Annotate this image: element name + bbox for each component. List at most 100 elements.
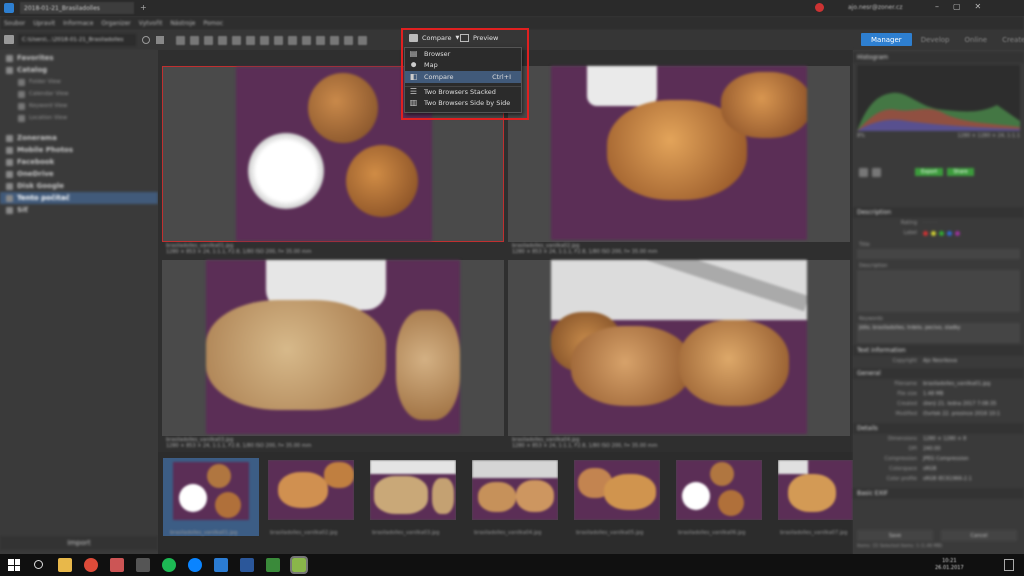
histogram-graph	[857, 92, 1020, 131]
menu-item[interactable]: Soubor	[4, 20, 25, 27]
app-icon-3[interactable]	[110, 558, 124, 572]
mode-tabs: Manager Develop Online Create	[861, 33, 1024, 46]
title-input[interactable]	[857, 249, 1020, 259]
sidebar-item[interactable]: Facebook	[0, 156, 158, 168]
sidebar-item[interactable]: Zonerama	[0, 132, 158, 144]
rating-row[interactable]: Rating · · · · ·	[853, 218, 1024, 228]
chrome-icon[interactable]	[84, 558, 98, 572]
taskbar-clock[interactable]: 10:21 26.01.2017	[935, 558, 964, 572]
new-tab-icon[interactable]: +	[140, 3, 147, 12]
mode-tab-manager[interactable]: Manager	[861, 33, 912, 46]
folder-icon[interactable]	[4, 35, 14, 44]
share-button[interactable]: Share	[947, 168, 974, 176]
menu-item[interactable]: Informace	[63, 20, 93, 27]
zoom-out-icon[interactable]	[204, 36, 213, 45]
rotate-icon[interactable]	[232, 36, 241, 45]
sidebar-item[interactable]: Location View	[0, 112, 158, 124]
compare-cell-4[interactable]	[508, 260, 850, 436]
lock-icon[interactable]	[246, 36, 255, 45]
rating-stars[interactable]: · · · · ·	[923, 220, 937, 226]
description-input[interactable]	[857, 270, 1020, 312]
filmstrip-thumb-7[interactable]	[778, 460, 853, 520]
next-icon[interactable]	[872, 167, 881, 177]
filmstrip-thumb-3[interactable]	[370, 460, 456, 520]
compare-cell-2[interactable]	[508, 66, 850, 242]
skype-icon[interactable]	[188, 558, 202, 572]
menu-item[interactable]: Pomoc	[203, 20, 223, 27]
filmstrip-thumb-2[interactable]	[268, 460, 354, 520]
label-row[interactable]: Label	[853, 228, 1024, 238]
keywords-input[interactable]: jídlo, brasiladolles, trdelo, pecivo, sl…	[857, 323, 1020, 343]
zoom-in-icon[interactable]	[190, 36, 199, 45]
zoner-photo-studio-icon[interactable]	[290, 556, 308, 574]
sidebar-item[interactable]: Catalog	[0, 64, 158, 76]
sidebar-item[interactable]: Calendar View	[0, 88, 158, 100]
mode-tab-online[interactable]: Online	[959, 33, 994, 46]
caption-meta: 1280 × 853 × 24, 1:1.1, F2.8, 1/80 ISO 2…	[512, 443, 658, 449]
mode-tab-develop[interactable]: Develop	[915, 33, 956, 46]
menu-item[interactable]: Vytvořit	[139, 20, 163, 27]
account-email[interactable]: ajo.nesr@zoner.cz	[848, 4, 903, 11]
filmstrip-thumb-1[interactable]	[163, 458, 259, 536]
grid-icon[interactable]	[260, 36, 269, 45]
app-icon-9[interactable]	[266, 558, 280, 572]
windows-start-icon[interactable]	[8, 559, 20, 571]
sidebar-item[interactable]: Tento počítač	[0, 192, 158, 204]
layout-5-icon[interactable]	[358, 36, 367, 45]
back-icon[interactable]	[176, 36, 185, 45]
menu-item[interactable]: Organizer	[101, 20, 130, 27]
copyright-row: Copyright Ajo Nesrikova	[853, 356, 1024, 366]
sidebar-item[interactable]: Favorites	[0, 52, 158, 64]
compare-cell-3[interactable]	[162, 260, 504, 436]
filter-icon[interactable]	[156, 36, 164, 44]
document-tab[interactable]: 2018-01-21_Brasiladolles	[20, 2, 134, 14]
app-icon-4[interactable]	[136, 558, 150, 572]
export-button[interactable]: Export	[915, 168, 944, 176]
histogram-header[interactable]: Histogram	[853, 52, 1024, 63]
path-field[interactable]: C:\Users\...\2018-01-21_Brasiladolles	[18, 34, 136, 46]
general-header[interactable]: General	[853, 368, 1024, 379]
menu-item[interactable]: Upravit	[33, 20, 55, 27]
import-button[interactable]: Import	[0, 536, 158, 550]
fit-icon[interactable]	[218, 36, 227, 45]
layout-1-icon[interactable]	[302, 36, 311, 45]
info-row: Colorspace sRGB	[853, 464, 1024, 474]
filmstrip-thumb-4[interactable]	[472, 460, 558, 520]
menu-item[interactable]: Nástroje	[170, 20, 195, 27]
notification-icon[interactable]	[815, 3, 824, 12]
sidebar-item[interactable]: Síť	[0, 204, 158, 216]
outlook-icon[interactable]	[214, 558, 228, 572]
filmstrip-thumb-6[interactable]	[676, 460, 762, 520]
search-icon[interactable]	[34, 560, 43, 569]
spotify-icon[interactable]	[162, 558, 176, 572]
window-controls[interactable]: –▢✕	[935, 2, 995, 11]
file-explorer-icon[interactable]	[58, 558, 72, 572]
star-icon[interactable]	[288, 36, 297, 45]
word-icon[interactable]	[240, 558, 254, 572]
sidebar-item[interactable]: Keyword View	[0, 100, 158, 112]
notifications-icon[interactable]	[1004, 559, 1014, 571]
details-header[interactable]: Details	[853, 423, 1024, 434]
layout-4-icon[interactable]	[344, 36, 353, 45]
layout-3-icon[interactable]	[330, 36, 339, 45]
sidebar-item[interactable]: Disk Google	[0, 180, 158, 192]
save-button[interactable]: Save	[857, 530, 933, 541]
layout-2-icon[interactable]	[316, 36, 325, 45]
mode-tab-create[interactable]: Create	[996, 33, 1024, 46]
basic-exif-header[interactable]: Basic EXIF	[853, 488, 1024, 499]
flag-icon[interactable]	[274, 36, 283, 45]
description-header[interactable]: Description	[853, 207, 1024, 218]
cancel-button[interactable]: Cancel	[941, 530, 1017, 541]
info-key: DPI	[908, 446, 917, 452]
info-panel: Histogram 8% 1280 × 1280 × 24, 1:1.1 Expo…	[853, 50, 1024, 554]
refresh-icon[interactable]	[142, 36, 150, 44]
sidebar-item[interactable]: Mobile Photos	[0, 144, 158, 156]
photo-cookies-knife	[551, 260, 807, 434]
sidebar-item[interactable]: OneDrive	[0, 168, 158, 180]
prev-icon[interactable]	[859, 167, 868, 177]
sidebar-item[interactable]: Folder View	[0, 76, 158, 88]
text-info-header[interactable]: Text information	[853, 345, 1024, 356]
filmstrip-caption: brasiladolles_vanilka04.jpg	[474, 530, 542, 536]
filmstrip-thumb-5[interactable]	[574, 460, 660, 520]
color-label-picker[interactable]	[923, 230, 960, 236]
